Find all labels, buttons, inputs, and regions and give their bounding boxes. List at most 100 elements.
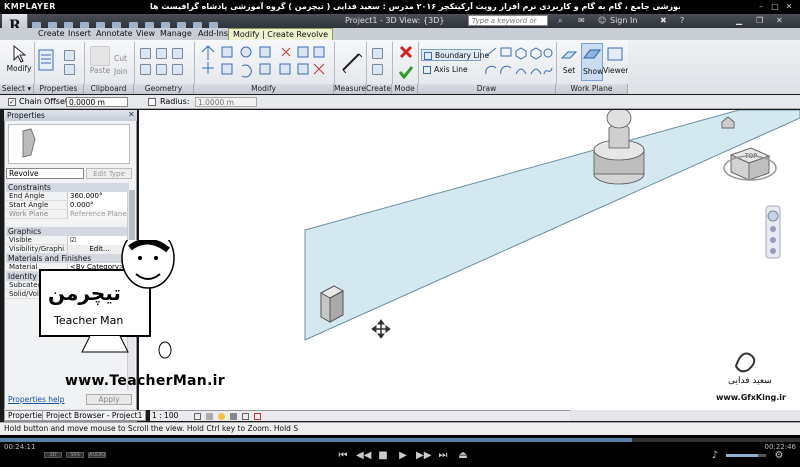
finish-edit-icon[interactable] bbox=[398, 64, 414, 80]
properties-help-link[interactable]: Properties help bbox=[8, 395, 65, 404]
temp-hide-icon[interactable] bbox=[254, 413, 261, 420]
navigation-bar[interactable] bbox=[765, 205, 781, 259]
unpin-icon bbox=[297, 63, 309, 75]
modify-tools[interactable] bbox=[198, 44, 332, 84]
stop-icon[interactable]: ■ bbox=[376, 450, 390, 462]
canvas-horizontal-scrollbar[interactable] bbox=[570, 410, 800, 421]
create-group-icon[interactable] bbox=[372, 48, 383, 59]
property-row[interactable]: Start Angle 0.000° bbox=[6, 201, 129, 210]
palette-close-icon[interactable]: ✕ bbox=[128, 110, 135, 119]
pan-icon bbox=[770, 237, 776, 243]
trim-icon bbox=[281, 47, 291, 57]
teacherman-name: Teacher Man bbox=[53, 314, 123, 327]
scrollbar-thumb[interactable] bbox=[129, 190, 135, 240]
sign-in-button[interactable]: Sign In bbox=[610, 16, 637, 25]
app-minimize-icon[interactable]: ▁ bbox=[736, 16, 742, 25]
detail-level-icon[interactable] bbox=[194, 413, 201, 420]
previous-icon[interactable]: ⏮ bbox=[336, 450, 350, 462]
create-similar-icon[interactable] bbox=[372, 64, 383, 75]
line-icon bbox=[485, 47, 497, 57]
crop-icon[interactable] bbox=[242, 413, 249, 420]
visual-style-icon[interactable] bbox=[206, 413, 213, 420]
demolish-icon[interactable] bbox=[172, 64, 183, 75]
scale-label[interactable]: 1 : 100 bbox=[152, 411, 178, 421]
properties-icon bbox=[38, 49, 54, 71]
tab-insert[interactable]: Insert bbox=[64, 28, 95, 40]
tab-manage[interactable]: Manage bbox=[156, 28, 196, 40]
seek-bar[interactable] bbox=[0, 438, 800, 442]
viewer-button[interactable] bbox=[606, 44, 624, 64]
paint-icon[interactable] bbox=[156, 64, 167, 75]
rewind-icon[interactable]: ◀◀ bbox=[356, 450, 371, 462]
help-icon[interactable]: ? bbox=[680, 16, 684, 25]
delete-icon bbox=[313, 63, 325, 75]
family-types-icon[interactable] bbox=[64, 64, 75, 75]
close-icon[interactable]: ✕ bbox=[784, 2, 794, 12]
minimize-icon[interactable]: – bbox=[756, 2, 766, 12]
radius-checkbox[interactable] bbox=[148, 98, 156, 106]
teacherman-logo: تیچرمن Teacher Man bbox=[39, 240, 175, 359]
tab-add-ins[interactable]: Add-Ins bbox=[194, 28, 232, 40]
offset-icon bbox=[221, 46, 233, 58]
settings-icon[interactable]: ⚙ bbox=[772, 450, 786, 462]
select-panel-label[interactable]: Select ▾ bbox=[0, 84, 34, 94]
chain-checkbox[interactable]: ✓ bbox=[8, 98, 16, 106]
sun-path-icon[interactable] bbox=[218, 413, 225, 420]
exchange-icon[interactable]: ✖ bbox=[660, 16, 667, 25]
cut-geometry-icon[interactable] bbox=[156, 48, 167, 59]
join-label: Join bbox=[114, 67, 128, 76]
measure-icon[interactable] bbox=[340, 50, 362, 76]
geometry-panel-label: Geometry bbox=[134, 84, 194, 94]
edit-type-button[interactable]: Edit Type bbox=[86, 168, 132, 179]
eject-icon[interactable]: ⏏ bbox=[456, 450, 470, 462]
app-close-icon[interactable]: ✕ bbox=[776, 16, 783, 25]
play-icon[interactable]: ▶ bbox=[396, 450, 410, 462]
gfxking-url: www.GfxKing.ir bbox=[716, 393, 786, 402]
subscription-icon[interactable]: ✉ bbox=[578, 16, 585, 25]
axis-line-button[interactable]: Axis Line bbox=[421, 64, 481, 76]
show-workplane-button[interactable]: Show bbox=[581, 43, 603, 81]
draw-shape-tools[interactable] bbox=[484, 46, 554, 82]
audio-toggle-icon[interactable]: AUDIO bbox=[88, 452, 106, 458]
properties-button[interactable] bbox=[38, 44, 60, 74]
circumscribed-polygon-icon bbox=[530, 47, 542, 60]
tab-annotate[interactable]: Annotate bbox=[92, 28, 137, 40]
drawing-area[interactable]: TOP bbox=[139, 107, 800, 410]
volume-icon[interactable]: ♪ bbox=[708, 450, 722, 462]
app-restore-icon[interactable]: ❐ bbox=[756, 16, 763, 25]
search-input[interactable]: Type a keyword or phrase bbox=[468, 15, 548, 35]
viewcube[interactable]: TOP bbox=[723, 147, 777, 181]
tab-modify-create-revolve[interactable]: Modify | Create Revolve bbox=[228, 28, 334, 40]
set-workplane-button[interactable] bbox=[560, 44, 578, 64]
split-face-icon[interactable] bbox=[140, 64, 151, 75]
boundary-line-button[interactable]: Boundary Line bbox=[421, 49, 489, 61]
tab-view[interactable]: View bbox=[132, 28, 159, 40]
apply-button[interactable]: Apply bbox=[86, 394, 132, 405]
cancel-edit-icon[interactable] bbox=[398, 44, 414, 60]
zoom-icon bbox=[770, 226, 776, 232]
copy-icon bbox=[221, 63, 233, 75]
maximize-icon[interactable]: □ bbox=[770, 2, 780, 12]
forward-icon[interactable]: ▶▶ bbox=[416, 450, 431, 462]
property-row[interactable]: End Angle 360.000° bbox=[6, 192, 129, 201]
split-icon bbox=[297, 46, 309, 58]
binoculars-icon[interactable]: ⌕ bbox=[558, 16, 562, 26]
user-icon[interactable]: ☺ bbox=[598, 16, 606, 25]
volume-slider[interactable] bbox=[726, 454, 766, 457]
move-cursor-icon bbox=[371, 319, 391, 339]
orbit-icon bbox=[770, 248, 776, 254]
next-icon[interactable]: ⏭ bbox=[436, 450, 450, 462]
tab-project-browser[interactable]: Project Browser - Project1 bbox=[42, 410, 147, 421]
3d-view[interactable]: TOP bbox=[139, 107, 800, 410]
modify-tool-button[interactable] bbox=[8, 44, 30, 64]
paste-icon[interactable] bbox=[90, 46, 110, 66]
srs-toggle-icon[interactable]: SRS bbox=[66, 452, 84, 458]
offset-input[interactable]: 0.0000 m bbox=[66, 97, 128, 107]
radius-input[interactable]: 1.0000 m bbox=[195, 97, 257, 107]
3d-toggle-icon[interactable]: 3D bbox=[44, 452, 62, 458]
type-selector[interactable]: Revolve bbox=[6, 168, 84, 179]
type-properties-icon[interactable] bbox=[64, 50, 75, 61]
join-geometry-icon[interactable] bbox=[172, 48, 183, 59]
cope-icon[interactable] bbox=[140, 48, 151, 59]
shadows-icon[interactable] bbox=[230, 413, 237, 420]
